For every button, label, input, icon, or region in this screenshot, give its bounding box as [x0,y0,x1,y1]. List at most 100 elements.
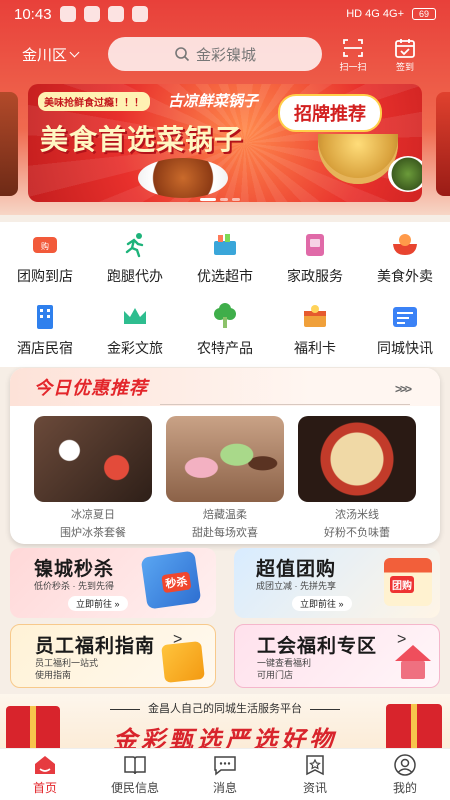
seckill-subtitle: 低价秒杀 · 先到先得 [34,581,114,591]
guide-title: 员工福利指南 [35,636,156,657]
star-bookmark-icon [306,755,324,776]
tab-label: 首页 [32,781,57,795]
category-item[interactable]: 福利卡 [270,294,360,366]
group-buy-card[interactable]: 超值团购 成团立减 · 先拼先享 立即前往 » 团购 [234,548,440,618]
tab-news[interactable]: 资讯 [270,749,360,800]
union-subtitle: 一键查看福利 可用门店 [257,657,311,681]
category-grid: 购团购到店 跑腿代办 优选超市 家政服务 美食外卖 酒店民宿 金彩文旅 农特产品 福利卡 同城快讯 [0,222,450,367]
bottom-tab-bar: 首页 便民信息 消息 资讯 我的 [0,748,450,800]
calendar-icon [161,641,205,683]
news-icon [393,307,417,327]
category-label: 酒店民宿 [17,340,73,356]
tab-label: 消息 [212,781,237,795]
location-label: 金川区 [22,46,68,64]
notification-icon [59,6,76,22]
category-label: 美食外卖 [377,268,433,284]
deal-subtitle: 好粉不负味蕾 [324,527,390,539]
banner-badge: 招牌推荐 [278,94,382,132]
union-benefit-card[interactable]: 工会福利专区 > 一键查看福利 可用门店 [234,624,440,688]
user-icon [394,754,416,776]
search-input[interactable]: 金彩镍城 [108,37,322,71]
house-icon [401,661,425,679]
scan-label: 扫一扫 [339,61,367,72]
today-deals-title: 今日优惠推荐 [34,378,148,398]
status-bar: 10:43 HD 4G 4G+ 69 [0,0,450,28]
deal-item[interactable]: 焙藏温柔 甜赴每场欢喜 [166,416,284,540]
housekeeping-icon [306,234,324,256]
vegetable-icon [214,303,236,328]
group-buy-go-button[interactable]: 立即前往 » [292,596,352,611]
dish-image [138,158,228,198]
category-item[interactable]: 优选超市 [180,222,270,294]
group-buy-icon: 购 [33,237,57,253]
scan-button[interactable]: 扫一扫 [332,36,374,73]
pagination-dot [200,198,216,201]
category-item[interactable]: 同城快讯 [360,294,450,366]
deal-image [34,416,152,502]
crown-icon [124,308,146,324]
house-icon [395,645,431,661]
union-subtitle-line: 可用门店 [257,670,294,680]
calendar-check-icon [395,38,415,58]
notification-icon [107,6,124,22]
employee-benefit-guide-card[interactable]: 员工福利指南 > 员工福利一站式 使用指南 [10,624,216,688]
header: 金川区 金彩镍城 扫一扫 签到 [0,36,450,72]
tab-label: 我的 [392,781,417,795]
banner-next-peek[interactable] [436,92,450,196]
category-item[interactable]: 金彩文旅 [90,294,180,366]
deal-subtitle: 围炉冰茶套餐 [60,527,126,539]
deal-item[interactable]: 冰凉夏日 围炉冰茶套餐 [34,416,152,540]
location-selector[interactable]: 金川区 [22,44,92,65]
notification-icon [83,6,100,22]
tab-profile[interactable]: 我的 [360,749,450,800]
union-title: 工会福利专区 [257,636,378,657]
deal-image [298,416,416,502]
tab-info[interactable]: 便民信息 [90,749,180,800]
category-item[interactable]: 酒店民宿 [0,294,90,366]
battery-icon: 69 [412,8,436,20]
tab-messages[interactable]: 消息 [180,749,270,800]
group-buy-subtitle: 成团立减 · 先拼先享 [256,581,336,591]
group-buy-title: 超值团购 [256,559,337,580]
banner-title: 美食首选菜锅子 [40,124,244,155]
group-ill-label: 团购 [390,576,414,593]
seckill-title: 镍城秒杀 [34,559,115,580]
more-arrows-icon[interactable]: >>> [395,382,412,396]
hotel-icon [37,305,53,329]
seckill-card[interactable]: 镍城秒杀 低价秒杀 · 先到先得 立即前往 » 秒杀 [10,548,216,618]
battery-level: 69 [418,9,429,19]
today-deals-header: 今日优惠推荐 >>> [10,368,440,406]
deal-image [166,416,284,502]
hero-banner[interactable]: 美味抢鲜食过瘾！！！ 古凉鲜菜锅子 美食首选菜锅子 招牌推荐 [28,84,422,202]
category-label: 优选超市 [197,268,253,284]
book-icon [124,756,146,775]
category-item[interactable]: 家政服务 [270,222,360,294]
banner-subtitle: 古凉鲜菜锅子 [168,92,259,110]
deal-title: 焙藏温柔 [203,509,247,521]
category-item[interactable]: 农特产品 [180,294,270,366]
bottom-promo-banner[interactable]: 金昌人自己的同城生活服务平台 金彩甄选严选好物 [0,694,450,752]
today-deals-card: 今日优惠推荐 >>> 冰凉夏日 围炉冰茶套餐 焙藏温柔 甜赴每场欢喜 浓汤米线 … [10,368,440,544]
tab-label: 资讯 [302,781,327,795]
scan-icon [343,38,363,57]
tab-home[interactable]: 首页 [0,749,90,800]
category-item[interactable]: 跑腿代办 [90,222,180,294]
divider [160,404,410,405]
category-item[interactable]: 美食外卖 [360,222,450,294]
category-label: 团购到店 [17,268,73,284]
network-indicators: HD 4G 4G+ [346,8,404,20]
category-label: 家政服务 [287,268,343,284]
category-label: 农特产品 [197,340,253,356]
dish-image [388,156,422,192]
message-icon [214,756,236,776]
category-item[interactable]: 购团购到店 [0,222,90,294]
checkin-button[interactable]: 签到 [384,36,426,73]
banner-tag: 美味抢鲜食过瘾！！！ [38,92,150,111]
banner-prev-peek[interactable] [0,92,18,196]
status-time: 10:43 [14,5,52,23]
seckill-go-button[interactable]: 立即前往 » [68,596,128,611]
deal-item[interactable]: 浓汤米线 好粉不负味蕾 [298,416,416,540]
guide-subtitle-line: 使用指南 [35,670,72,680]
category-label: 同城快讯 [377,340,433,356]
basket-icon [214,234,236,255]
